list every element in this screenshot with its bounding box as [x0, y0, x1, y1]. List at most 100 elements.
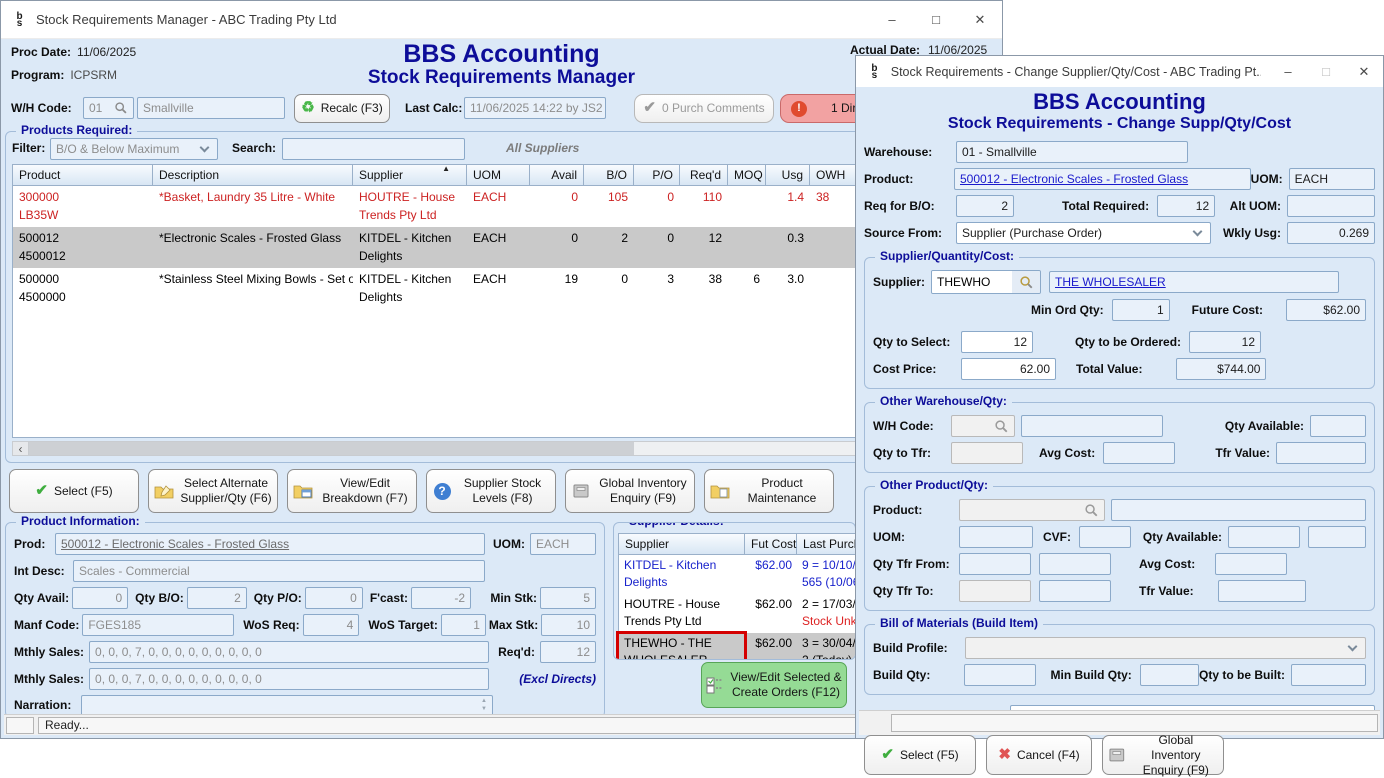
col-po[interactable]: P/O: [634, 165, 680, 186]
product-field[interactable]: 500012 - Electronic Scales - Frosted Gla…: [954, 168, 1251, 190]
search-icon[interactable]: [994, 419, 1009, 434]
source-from-dropdown[interactable]: Supplier (Purchase Order): [956, 222, 1211, 244]
wh-name-field: [1021, 415, 1163, 437]
close-button[interactable]: ✕: [958, 1, 1002, 38]
supplier-row[interactable]: HOUTRE - HouseTrends Pty Ltd $62.00 2 = …: [619, 594, 856, 633]
main-window-title: Stock Requirements Manager - ABC Trading…: [36, 12, 862, 27]
minimize-button[interactable]: –: [870, 1, 914, 38]
select-button[interactable]: ✔ Select (F5): [9, 469, 139, 513]
col-avail[interactable]: Avail: [530, 165, 584, 186]
col-uom[interactable]: UOM: [467, 165, 530, 186]
qty-bo-field: 2: [187, 587, 247, 609]
prod-value[interactable]: 500012 - Electronic Scales - Frosted Gla…: [61, 537, 289, 551]
wkly-usg-field: 0.269: [1287, 222, 1375, 244]
qty-tfr-from-field-2: [1039, 553, 1111, 575]
dialog-titlebar: b s Stock Requirements - Change Supplier…: [856, 56, 1383, 87]
wh-code-input[interactable]: [951, 415, 1015, 437]
narration-label: Narration:: [14, 698, 76, 712]
prod-label: Prod:: [14, 537, 50, 551]
table-row[interactable]: 300000LB35W *Basket, Laundry 35 Litre - …: [13, 186, 989, 227]
avg-cost-label: Avg Cost:: [1139, 557, 1195, 571]
dialog-select-button[interactable]: ✔ Select (F5): [864, 735, 976, 775]
col-bo[interactable]: B/O: [584, 165, 634, 186]
sort-asc-icon: ▲: [442, 164, 450, 173]
dialog-global-inventory-button[interactable]: Global Inventory Enquiry (F9): [1102, 735, 1224, 775]
product-input[interactable]: [959, 499, 1105, 521]
view-edit-breakdown-label: View/Edit Breakdown (F7): [319, 476, 411, 506]
col-last-purch[interactable]: Last Purch/: [797, 534, 856, 555]
scroll-left-icon[interactable]: ‹: [13, 442, 29, 455]
search-label: Search:: [232, 141, 276, 155]
cell-reqd: 12: [680, 227, 728, 267]
total-required-field: 12: [1157, 195, 1215, 217]
view-edit-breakdown-button[interactable]: View/Edit Breakdown (F7): [287, 469, 417, 513]
supplier-stock-levels-button[interactable]: ? Supplier Stock Levels (F8): [426, 469, 556, 513]
qty-tfr-to-input[interactable]: [959, 580, 1031, 602]
search-input[interactable]: [282, 138, 465, 160]
qty-to-tfr-input[interactable]: [951, 442, 1023, 464]
dialog-cancel-label: Cancel (F4): [1017, 748, 1080, 763]
products-required-group-label: Products Required:: [16, 123, 137, 137]
supplier-row[interactable]: KITDEL - KitchenDelights $62.00 9 = 10/1…: [619, 555, 856, 594]
col-moq[interactable]: MOQ: [728, 165, 766, 186]
build-profile-dropdown[interactable]: [965, 637, 1366, 659]
cost-price-input[interactable]: 62.00: [961, 358, 1056, 380]
dialog-select-label: Select (F5): [900, 748, 959, 763]
col-usg[interactable]: Usg: [766, 165, 810, 186]
horizontal-scrollbar[interactable]: ‹: [12, 441, 990, 456]
recalc-button[interactable]: ♻ Recalc (F3): [294, 94, 390, 123]
folder-page-icon: [710, 483, 730, 499]
avg-cost-field: [1103, 442, 1175, 464]
spin-down-icon[interactable]: ▼: [481, 706, 487, 712]
create-orders-button[interactable]: View/Edit Selected & Create Orders (F12): [701, 662, 847, 708]
col-reqd[interactable]: Req'd: [680, 165, 728, 186]
supplier-code-combo[interactable]: THEWHO: [931, 270, 1041, 294]
max-stk-field: 10: [541, 614, 596, 636]
col-description[interactable]: Description: [153, 165, 353, 186]
col-product[interactable]: Product: [13, 165, 153, 186]
supplier-search-button[interactable]: [1012, 271, 1040, 293]
supplier-name-field[interactable]: THE WHOLESALER: [1049, 271, 1339, 293]
folder-window-icon: [293, 483, 313, 499]
cell-reqd: 38: [680, 268, 728, 308]
future-cost-label: Future Cost:: [1192, 303, 1263, 317]
manf-code-field: FGES185: [82, 614, 234, 636]
min-ord-qty-field: 1: [1112, 299, 1170, 321]
search-icon[interactable]: [1084, 503, 1099, 518]
table-row[interactable]: 5000004500000 *Stainless Steel Mixing Bo…: [13, 268, 989, 309]
manf-code-label: Manf Code:: [14, 618, 79, 632]
supplier-code-field[interactable]: THEWHO: [932, 271, 1012, 293]
dialog-minimize-button[interactable]: –: [1269, 56, 1307, 87]
supplier-qty-cost-group-label: Supplier/Quantity/Cost:: [875, 249, 1019, 263]
filter-dropdown[interactable]: B/O & Below Maximum: [50, 138, 218, 160]
prod-field[interactable]: 500012 - Electronic Scales - Frosted Gla…: [55, 533, 485, 555]
search-icon[interactable]: [114, 101, 128, 115]
col-supplier[interactable]: Supplier: [619, 534, 745, 555]
dialog-maximize-button[interactable]: □: [1307, 56, 1345, 87]
wh-code-field[interactable]: 01: [83, 97, 134, 119]
wos-req-field: 4: [303, 614, 360, 636]
wkly-usg-label: Wkly Usg:: [1223, 226, 1281, 240]
product-link[interactable]: 500012 - Electronic Scales - Frosted Gla…: [960, 172, 1188, 186]
scrollbar-thumb[interactable]: [29, 442, 634, 455]
check-icon: ✔: [35, 482, 48, 501]
supplier-name-link[interactable]: THE WHOLESALER: [1055, 275, 1166, 289]
mthly-sales-field-2: 0, 0, 0, 7, 0, 0, 0, 0, 0, 0, 0, 0, 0: [89, 668, 489, 690]
product-maintenance-button[interactable]: Product Maintenance: [704, 469, 834, 513]
col-supplier[interactable]: Supplier ▲: [353, 165, 467, 186]
col-supplier-label: Supplier: [359, 168, 403, 182]
other-product-group-label: Other Product/Qty:: [875, 478, 993, 492]
col-fut-cost[interactable]: Fut Cost: [745, 534, 797, 555]
dialog-cancel-button[interactable]: ✖ Cancel (F4): [986, 735, 1092, 775]
supplier-row-selected[interactable]: THEWHO - THEWHOLESALER $62.00 3 = 30/04/…: [619, 633, 856, 660]
select-alternate-supplier-button[interactable]: Select Alternate Supplier/Qty (F6): [148, 469, 278, 513]
wh-name-field[interactable]: Smallville: [137, 97, 285, 119]
dialog-close-button[interactable]: ✕: [1345, 56, 1383, 87]
maximize-button[interactable]: □: [914, 1, 958, 38]
build-qty-label: Build Qty:: [873, 668, 964, 682]
purch-comments-button[interactable]: ✔ 0 Purch Comments: [634, 94, 774, 123]
table-row-selected[interactable]: 5000124500012 *Electronic Scales - Frost…: [13, 227, 989, 268]
spin-up-icon[interactable]: ▲: [481, 698, 487, 704]
qty-to-select-input[interactable]: 12: [961, 331, 1033, 353]
global-inventory-enquiry-button[interactable]: Global Inventory Enquiry (F9): [565, 469, 695, 513]
